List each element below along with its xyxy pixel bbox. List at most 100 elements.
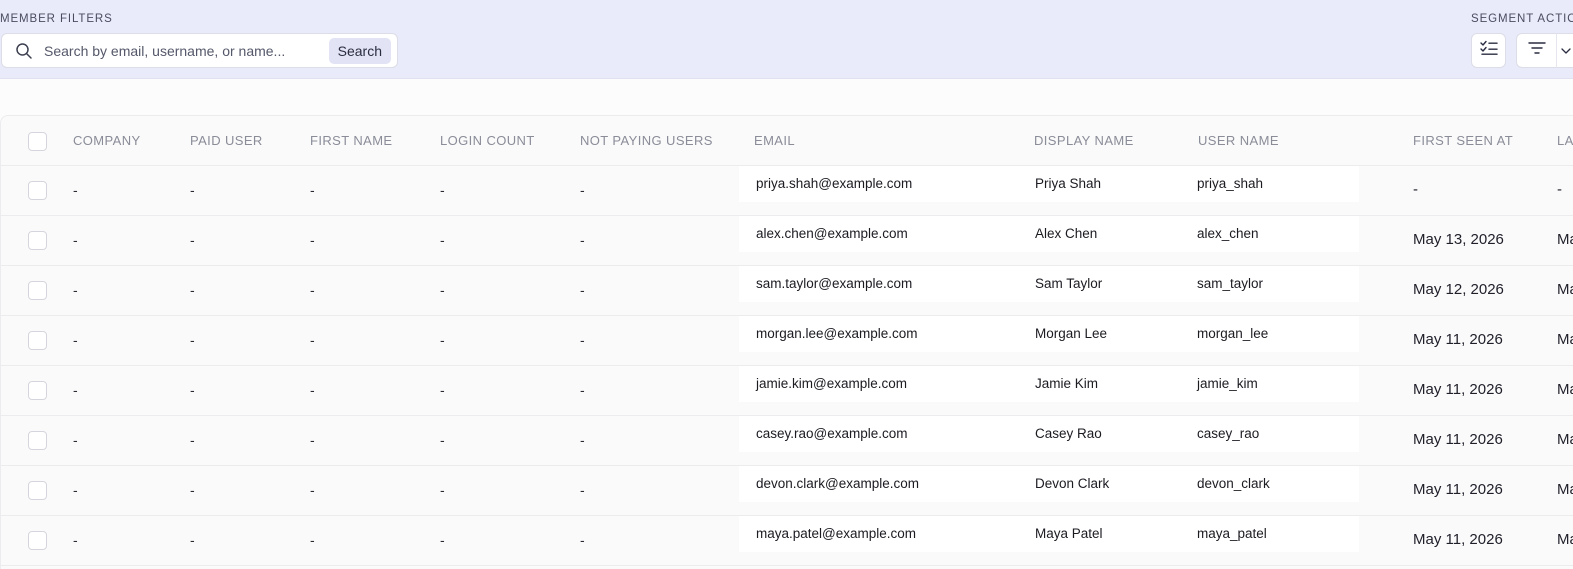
user-identity-card: alex.chen@example.com Alex Chen alex_chen [739,216,1359,252]
cell-login-count: - [440,232,445,248]
column-header-first-name[interactable]: FIRST NAME [310,133,393,148]
cell-company: - [73,532,78,548]
cell-display-name: Devon Clark [1035,476,1110,491]
cell-email: maya.patel@example.com [756,526,917,541]
search-button[interactable]: Search [328,38,391,64]
row-checkbox[interactable] [28,381,47,400]
cell-email: alex.chen@example.com [756,226,908,241]
cell-last-seen-at: May 11, 2026 [1557,431,1573,448]
cell-user-name: priya_shah [1197,176,1264,191]
cell-first-seen-at: May 12, 2026 [1413,281,1504,298]
column-header-company[interactable]: COMPANY [73,133,141,148]
column-header-user-name[interactable]: USER NAME [1198,133,1279,148]
cell-first-seen-at: May 13, 2026 [1413,231,1504,248]
cell-paid-user: - [190,532,195,548]
cell-first-name: - [310,232,315,248]
cell-first-name: - [310,332,315,348]
checklist-icon [1479,40,1498,61]
cell-display-name: Alex Chen [1035,226,1098,241]
cell-login-count: - [440,282,445,298]
cell-display-name: Jamie Kim [1035,376,1099,391]
column-header-login-count[interactable]: LOGIN COUNT [440,133,535,148]
cell-paid-user: - [190,332,195,348]
search-box: Search [1,33,398,68]
search-input[interactable] [42,40,322,62]
cell-first-name: - [310,432,315,448]
cell-email: jamie.kim@example.com [756,376,907,391]
row-checkbox[interactable] [28,231,47,250]
row-checkbox[interactable] [28,331,47,350]
column-header-last-seen-at[interactable]: LAST SEEN AT [1557,133,1573,148]
cell-first-seen-at: May 11, 2026 [1413,331,1503,348]
cell-display-name: Morgan Lee [1035,326,1108,341]
cell-company: - [73,432,78,448]
cell-user-name: casey_rao [1197,426,1260,441]
cell-first-name: - [310,182,315,198]
select-all-checkbox[interactable] [28,132,47,151]
filter-button[interactable] [1516,33,1556,68]
cell-company: - [73,382,78,398]
cell-paid-user: - [190,232,195,248]
row-checkbox[interactable] [28,431,47,450]
user-identity-card: maya.patel@example.com Maya Patel maya_pat… [739,516,1359,552]
cell-last-seen-at: May 12, 2026 [1557,281,1573,298]
cell-not-paying-users: - [580,282,585,298]
row-divider [1,565,1573,566]
cell-not-paying-users: - [580,532,585,548]
column-header-paid-user[interactable]: PAID USER [190,133,263,148]
cell-company: - [73,232,78,248]
cell-first-seen-at: May 11, 2026 [1413,381,1503,398]
column-header-display-name[interactable]: DISPLAY NAME [1034,133,1134,148]
cell-last-seen-at: May 11, 2026 [1557,481,1573,498]
select-rows-button[interactable] [1471,33,1506,68]
cell-not-paying-users: - [580,332,585,348]
cell-user-name: jamie_kim [1197,376,1258,391]
cell-display-name: Sam Taylor [1035,276,1103,291]
row-checkbox[interactable] [28,181,47,200]
cell-email: morgan.lee@example.com [756,326,918,341]
filter-options-dropdown[interactable] [1556,33,1573,68]
cell-first-seen-at: - [1413,181,1418,198]
column-header-email[interactable]: EMAIL [754,133,795,148]
filter-lines-icon [1527,41,1546,60]
cell-not-paying-users: - [580,182,585,198]
cell-company: - [73,282,78,298]
cell-company: - [73,482,78,498]
cell-first-name: - [310,282,315,298]
members-table: COMPANY PAID USER FIRST NAME LOGIN COUNT… [0,115,1573,569]
cell-email: sam.taylor@example.com [756,276,913,291]
user-identity-card: morgan.lee@example.com Morgan Lee morgan_l… [739,316,1359,352]
cell-first-name: - [310,532,315,548]
cell-user-name: alex_chen [1197,226,1259,241]
cell-login-count: - [440,332,445,348]
cell-first-seen-at: May 11, 2026 [1413,431,1503,448]
column-header-not-paying-users[interactable]: NOT PAYING USERS [580,133,713,148]
user-identity-card: devon.clark@example.com Devon Clark devon_… [739,466,1359,502]
cell-email: priya.shah@example.com [756,176,913,191]
search-icon [15,42,33,60]
cell-login-count: - [440,482,445,498]
member-filters-bar: MEMBER FILTERS Search SEGMENT ACTIONS [0,0,1573,79]
cell-user-name: maya_patel [1197,526,1267,541]
cell-last-seen-at: May 11, 2026 [1557,381,1573,398]
cell-not-paying-users: - [580,482,585,498]
row-checkbox[interactable] [28,481,47,500]
cell-login-count: - [440,382,445,398]
cell-user-name: devon_clark [1197,476,1270,491]
cell-last-seen-at: May 13, 2026 [1557,231,1573,248]
cell-first-name: - [310,482,315,498]
cell-paid-user: - [190,432,195,448]
user-identity-card: jamie.kim@example.com Jamie Kim jamie_kim [739,366,1359,402]
row-checkbox[interactable] [28,281,47,300]
cell-user-name: morgan_lee [1197,326,1269,341]
row-checkbox[interactable] [28,531,47,550]
cell-last-seen-at: May 11, 2026 [1557,331,1573,348]
cell-paid-user: - [190,182,195,198]
user-identity-card: sam.taylor@example.com Sam Taylor sam_tayl… [739,266,1359,302]
cell-first-seen-at: May 11, 2026 [1413,481,1503,498]
cell-paid-user: - [190,482,195,498]
cell-first-seen-at: May 11, 2026 [1413,531,1503,548]
user-identity-card: priya.shah@example.com Priya Shah priya_sh… [739,166,1359,202]
chevron-down-icon [1561,42,1571,60]
column-header-first-seen-at[interactable]: FIRST SEEN AT [1413,133,1513,148]
